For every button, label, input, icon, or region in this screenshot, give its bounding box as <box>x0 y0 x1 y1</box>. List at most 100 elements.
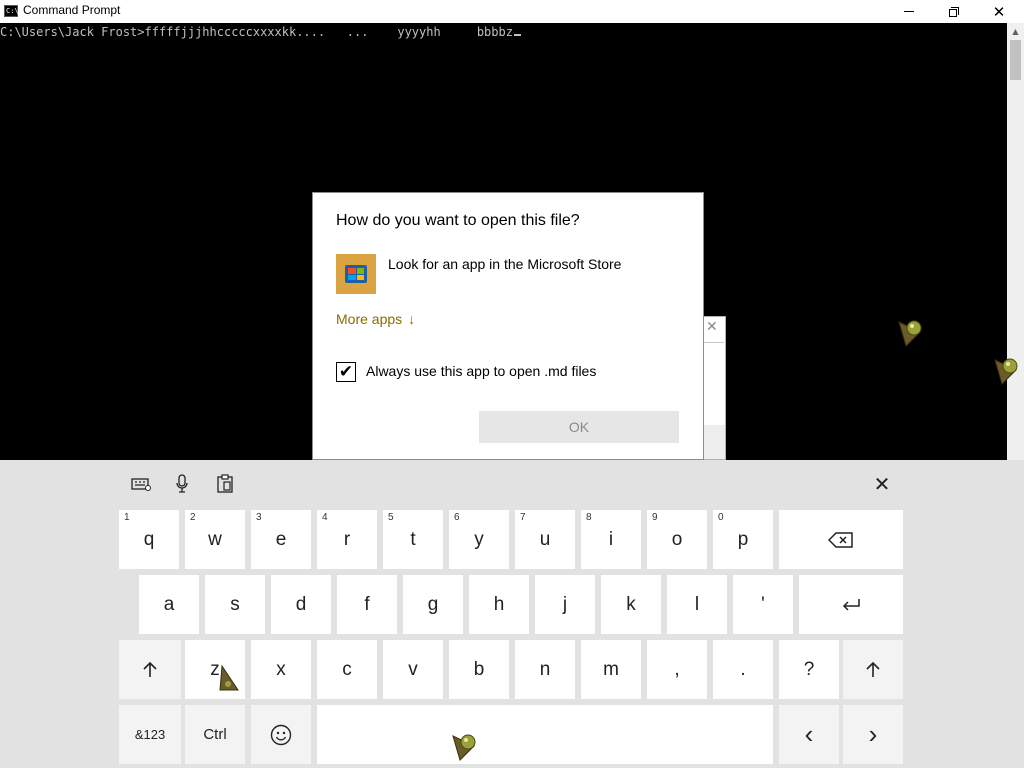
backspace-key[interactable] <box>779 510 903 569</box>
key-c[interactable]: c <box>317 640 377 699</box>
microphone-icon[interactable] <box>169 472 195 496</box>
key-x[interactable]: x <box>251 640 311 699</box>
key-label: y <box>474 528 484 550</box>
close-icon[interactable]: ✕ <box>706 319 718 335</box>
checkmark-icon: ✔ <box>338 361 354 382</box>
key-d[interactable]: d <box>271 575 331 634</box>
enter-icon <box>799 575 903 634</box>
touch-keyboard: ✕ &123 Ctrl ‹ › 1 q 2 w 3 e 4 r 5 t 6 y … <box>0 460 1024 768</box>
left-arrow-key[interactable]: ‹ <box>779 705 839 764</box>
key-label: b <box>473 658 485 680</box>
key-a[interactable]: a <box>139 575 199 634</box>
close-window-button[interactable]: ✕ <box>976 0 1022 23</box>
key-label: q <box>143 528 155 550</box>
key-apostrophe[interactable]: ' <box>733 575 793 634</box>
chevron-left-icon: ‹ <box>804 719 814 749</box>
key-f[interactable]: f <box>337 575 397 634</box>
key-label: m <box>603 658 619 680</box>
symbols-key[interactable]: &123 <box>119 705 181 764</box>
key-y[interactable]: 6y <box>449 510 509 569</box>
key-question[interactable]: ? <box>779 640 839 699</box>
key-label: x <box>276 658 286 680</box>
key-label: n <box>539 658 551 680</box>
key-label: k <box>626 593 636 615</box>
scroll-thumb[interactable] <box>1010 40 1021 80</box>
key-label: c <box>342 658 352 680</box>
enter-key[interactable] <box>799 575 903 634</box>
key-label: p <box>737 528 749 550</box>
title-bar: C:\ Command Prompt ✕ <box>0 0 1024 23</box>
restore-button[interactable] <box>931 0 977 23</box>
shift-left-key[interactable] <box>119 640 181 699</box>
emoji-key[interactable] <box>251 705 311 764</box>
emoji-icon <box>251 705 311 764</box>
minimize-button[interactable] <box>886 0 932 23</box>
key-period[interactable]: . <box>713 640 773 699</box>
sprite-icon <box>994 358 1018 385</box>
key-label: l <box>694 593 700 615</box>
ctrl-key[interactable]: Ctrl <box>185 705 245 764</box>
window-title: Command Prompt <box>23 3 121 17</box>
key-g[interactable]: g <box>403 575 463 634</box>
key-label: j <box>562 593 568 615</box>
space-key[interactable] <box>317 705 773 764</box>
restore-icon <box>949 6 959 17</box>
key-label: , <box>674 658 680 680</box>
backspace-icon <box>779 510 903 569</box>
always-use-label: Always use this app to open .md files <box>366 363 597 379</box>
key-n[interactable]: n <box>515 640 575 699</box>
key-k[interactable]: k <box>601 575 661 634</box>
key-label: o <box>671 528 683 550</box>
console-line: C:\Users\Jack Frost>fffffjjjhhcccccxxxxk… <box>0 25 521 39</box>
key-r[interactable]: 4r <box>317 510 377 569</box>
key-comma[interactable]: , <box>647 640 707 699</box>
sprite-icon <box>219 664 239 691</box>
console-scrollbar[interactable]: ▲ <box>1007 23 1024 460</box>
key-v[interactable]: v <box>383 640 443 699</box>
key-label: i <box>608 528 614 550</box>
always-use-checkbox[interactable]: ✔ <box>336 362 356 382</box>
sprite-icon <box>898 320 922 347</box>
key-h[interactable]: h <box>469 575 529 634</box>
close-keyboard-icon[interactable]: ✕ <box>869 472 895 496</box>
right-arrow-key[interactable]: › <box>843 705 903 764</box>
key-p[interactable]: 0p <box>713 510 773 569</box>
more-apps-link[interactable]: More apps ↓ <box>336 311 415 327</box>
microsoft-store-option[interactable]: Look for an app in the Microsoft Store <box>336 254 676 296</box>
store-option-label: Look for an app in the Microsoft Store <box>388 256 622 272</box>
key-label: r <box>343 528 351 550</box>
symbols-key-label: &123 <box>134 727 166 742</box>
divider <box>704 342 724 343</box>
key-q[interactable]: 1q <box>119 510 179 569</box>
key-i[interactable]: 8i <box>581 510 641 569</box>
more-apps-label: More apps <box>336 311 403 327</box>
key-o[interactable]: 9o <box>647 510 707 569</box>
scroll-up-icon[interactable]: ▲ <box>1007 23 1024 40</box>
open-with-dialog: How do you want to open this file? Look … <box>312 192 704 460</box>
keyboard-settings-icon[interactable] <box>128 472 154 496</box>
minimize-icon <box>904 11 914 12</box>
key-u[interactable]: 7u <box>515 510 575 569</box>
shift-right-key[interactable] <box>843 640 903 699</box>
key-t[interactable]: 5t <box>383 510 443 569</box>
key-label: g <box>427 593 439 615</box>
sprite-icon <box>452 734 476 761</box>
key-w[interactable]: 2w <box>185 510 245 569</box>
key-j[interactable]: j <box>535 575 595 634</box>
shift-icon <box>843 640 903 699</box>
key-l[interactable]: l <box>667 575 727 634</box>
key-label: w <box>208 528 222 550</box>
key-e[interactable]: 3e <box>251 510 311 569</box>
ok-button[interactable]: OK <box>479 411 679 443</box>
key-m[interactable]: m <box>581 640 641 699</box>
ctrl-key-label: Ctrl <box>203 726 227 743</box>
clipboard-icon[interactable] <box>212 472 238 496</box>
microsoft-store-icon <box>336 254 376 294</box>
chevron-right-icon: › <box>868 719 878 749</box>
key-b[interactable]: b <box>449 640 509 699</box>
key-label: ' <box>761 593 765 615</box>
prompt-text: C:\Users\Jack Frost>fffffjjjhhcccccxxxxk… <box>0 25 513 39</box>
key-label: d <box>295 593 307 615</box>
key-s[interactable]: s <box>205 575 265 634</box>
background-button <box>704 425 725 459</box>
